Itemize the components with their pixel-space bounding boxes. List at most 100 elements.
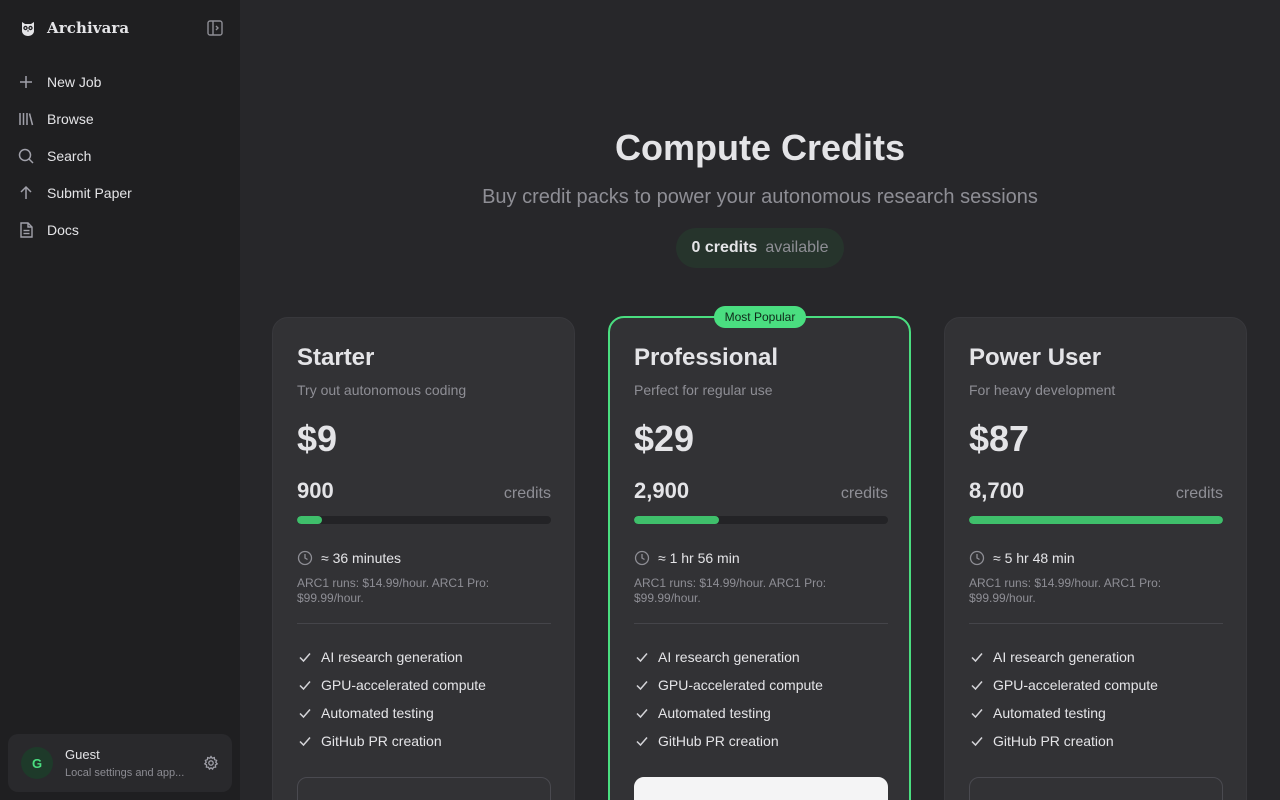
brand[interactable]: Archivara — [19, 17, 129, 39]
clock-icon — [634, 550, 650, 566]
check-icon — [969, 677, 985, 693]
feature-text: AI research generation — [658, 649, 800, 665]
gear-icon[interactable] — [203, 755, 219, 771]
feature-item: Automated testing — [634, 699, 888, 727]
credit-bar-fill — [297, 516, 323, 524]
check-icon — [969, 733, 985, 749]
sidebar-item-label: Browse — [47, 110, 94, 127]
sidebar-item-label: Search — [47, 147, 92, 164]
credit-bar — [297, 516, 551, 524]
page-subtitle: Buy credit packs to power your autonomou… — [482, 186, 1038, 208]
feature-item: AI research generation — [297, 643, 551, 671]
time-estimate: ≈ 36 minutes — [297, 549, 551, 567]
check-icon — [297, 705, 313, 721]
plan-price: $9 — [297, 418, 338, 459]
credit-bar-fill — [969, 516, 1223, 524]
divider — [634, 623, 888, 624]
brand-name: Archivara — [47, 19, 130, 37]
feature-text: GPU-accelerated compute — [993, 677, 1158, 693]
plan-description: Try out autonomous coding — [297, 382, 467, 398]
sidebar-item-new-job[interactable]: New Job — [0, 63, 240, 100]
divider — [969, 623, 1223, 624]
user-card[interactable]: G Guest Local settings and app... — [8, 734, 232, 792]
page-title: Compute Credits — [614, 127, 906, 168]
feature-text: GitHub PR creation — [993, 733, 1114, 749]
plan-price: $29 — [634, 418, 695, 459]
plan-name: Power User — [969, 344, 1102, 371]
avatar: G — [21, 747, 53, 779]
credit-row: 900 credits — [297, 478, 551, 504]
plan-name: Professional — [634, 344, 779, 371]
feature-item: GPU-accelerated compute — [969, 671, 1223, 699]
sidebar-item-submit-paper[interactable]: Submit Paper — [0, 174, 240, 211]
feature-item: Automated testing — [969, 699, 1223, 727]
check-icon — [634, 733, 650, 749]
library-icon — [17, 110, 35, 128]
check-icon — [634, 705, 650, 721]
file-text-icon — [17, 221, 35, 239]
sidebar: Archivara New Job Browse Search Submit P… — [0, 0, 240, 800]
feature-list: AI research generation GPU-accelerated c… — [969, 643, 1223, 755]
feature-item: GPU-accelerated compute — [297, 671, 551, 699]
time-estimate: ≈ 5 hr 48 min — [969, 549, 1223, 567]
sidebar-item-search[interactable]: Search — [0, 137, 240, 174]
user-name: Guest — [65, 747, 100, 762]
arrow-up-icon — [17, 184, 35, 202]
check-icon — [297, 649, 313, 665]
credit-row: 8,700 credits — [969, 478, 1223, 504]
feature-item: GitHub PR creation — [297, 727, 551, 755]
plan-card-power-user: Power User For heavy development $87 8,7… — [944, 317, 1247, 800]
feature-text: Automated testing — [993, 705, 1106, 721]
rate-note: ARC1 runs: $14.99/hour. ARC1 Pro: $99.99… — [969, 576, 1162, 605]
feature-text: GitHub PR creation — [658, 733, 779, 749]
sidebar-item-label: Docs — [47, 221, 79, 238]
feature-text: Automated testing — [321, 705, 434, 721]
credit-balance-label: available — [765, 239, 829, 256]
main-content: Compute Credits Buy credit packs to powe… — [240, 0, 1280, 800]
sidebar-item-browse[interactable]: Browse — [0, 100, 240, 137]
feature-list: AI research generation GPU-accelerated c… — [297, 643, 551, 755]
check-icon — [297, 677, 313, 693]
feature-list: AI research generation GPU-accelerated c… — [634, 643, 888, 755]
feature-item: GitHub PR creation — [969, 727, 1223, 755]
rate-note: ARC1 runs: $14.99/hour. ARC1 Pro: $99.99… — [634, 576, 827, 605]
plan-description: Perfect for regular use — [634, 382, 773, 398]
plus-icon — [17, 73, 35, 91]
sidebar-item-label: New Job — [47, 73, 102, 90]
plan-name: Starter — [297, 344, 375, 371]
check-icon — [634, 649, 650, 665]
plan-card-professional: Most Popular Professional Perfect for re… — [608, 306, 911, 800]
time-estimate: ≈ 1 hr 56 min — [634, 549, 888, 567]
feature-item: AI research generation — [969, 643, 1223, 671]
most-popular-badge: Most Popular — [714, 306, 806, 328]
sidebar-nav: New Job Browse Search Submit Paper Docs — [0, 63, 240, 248]
check-icon — [969, 705, 985, 721]
credit-amount: 8,700 — [969, 478, 1025, 503]
credit-row: 2,900 credits — [634, 478, 888, 504]
credit-label: credits — [1175, 485, 1223, 502]
sidebar-collapse-icon[interactable] — [206, 19, 224, 37]
feature-text: GPU-accelerated compute — [658, 677, 823, 693]
feature-item: AI research generation — [634, 643, 888, 671]
feature-text: Automated testing — [658, 705, 771, 721]
plan-price: $87 — [969, 418, 1030, 459]
feature-text: GPU-accelerated compute — [321, 677, 486, 693]
buy-starter-button[interactable] — [297, 777, 551, 800]
credit-balance-value: 0 credits — [691, 239, 758, 256]
sidebar-item-label: Submit Paper — [47, 184, 132, 201]
feature-text: AI research generation — [993, 649, 1135, 665]
credit-label: credits — [503, 485, 551, 502]
buy-power-user-button[interactable] — [969, 777, 1223, 800]
sidebar-item-docs[interactable]: Docs — [0, 211, 240, 248]
owl-logo-icon — [19, 19, 37, 37]
credit-bar-fill — [634, 516, 719, 524]
buy-professional-button[interactable] — [634, 777, 888, 800]
divider — [297, 623, 551, 624]
check-icon — [297, 733, 313, 749]
feature-item: GPU-accelerated compute — [634, 671, 888, 699]
feature-text: AI research generation — [321, 649, 463, 665]
clock-icon — [297, 550, 313, 566]
user-subtitle: Local settings and app... — [65, 767, 185, 779]
clock-icon — [969, 550, 985, 566]
credit-amount: 2,900 — [634, 478, 690, 503]
